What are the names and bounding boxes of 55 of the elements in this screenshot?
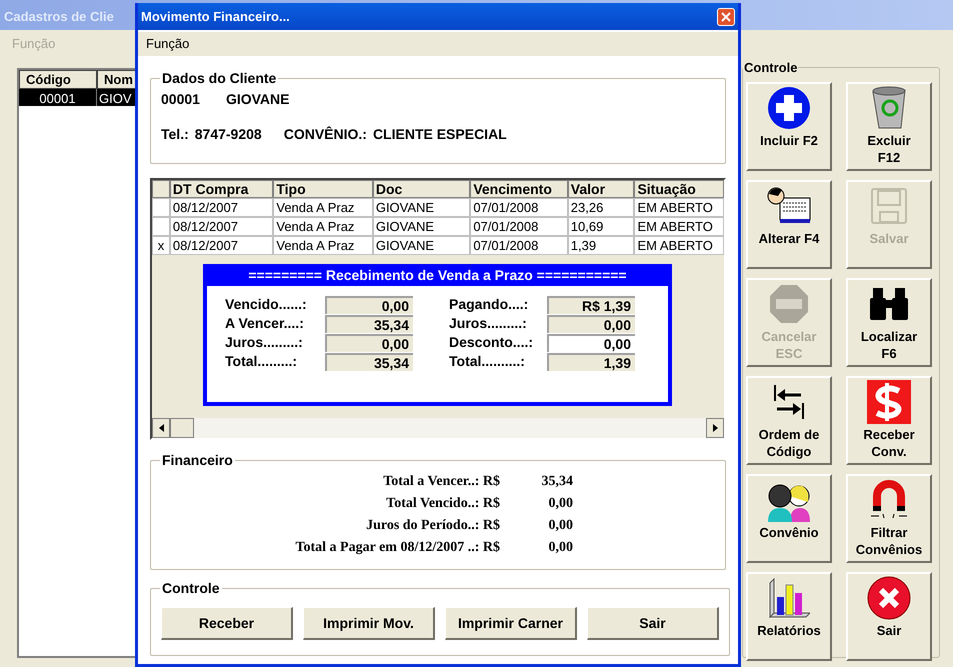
table-cell: GIOVANE [372,198,470,217]
table-cell: EM ABERTO [634,217,724,236]
panel-title: ========= Recebimento de Venda a Prazo =========== [207,264,668,286]
table-cell: 07/01/2008 [470,198,568,217]
table-cell: EM ABERTO [634,236,724,255]
value-field: 35,34 [325,314,413,332]
summary-value: 0,00 [548,517,573,535]
client-name: GIOVANE [226,90,290,109]
field-label: Vencido......: [225,295,308,314]
field-label: Total..........: [449,352,526,371]
field-label: Desconto....: [449,333,534,352]
table-cell: EM ABERTO [634,198,724,217]
summary-value: 0,00 [548,495,573,513]
field-label: Juros.........: [225,333,304,352]
table-cell: 08/12/2007 [170,217,274,236]
table-cell: 1,39 [568,236,634,255]
field-label: Tel.: [161,125,189,144]
value-field: R$ 1,39 [547,296,635,314]
value-field: 0,00 [325,334,413,352]
table-cell: Venda A Praz [273,198,373,217]
table-cell: 08/12/2007 [170,198,274,217]
table-cell: Venda A Praz [273,217,373,236]
window-title: Cadastros de Clie [4,8,114,26]
table-cell: 08/12/2007 [170,236,274,255]
group-title: Financeiro [161,451,234,470]
field-label: Juros.........: [449,314,528,333]
field-label: A Vencer....: [225,314,305,333]
table-cell: 23,26 [568,198,634,217]
table-cell: GIOVANE [372,236,470,255]
group-title: Dados do Cliente [161,69,278,88]
value-field: 35,34 [325,352,413,370]
table-cell: 07/01/2008 [470,236,568,255]
value-field: 0,00 [547,314,635,332]
field-label: Pagando....: [449,295,530,314]
row-marker: x [152,236,170,255]
phone-number: 8747-9208 [194,125,262,144]
group-title: Controle [161,579,221,598]
value-field: 0,00 [325,296,413,314]
field-label: CONVÊNIO.: [284,125,367,144]
value-field: 1,39 [547,352,635,370]
client-code: 00001 [161,90,200,109]
summary-value: 35,34 [540,473,573,491]
summary-label: Total Vencido..: R$ [385,495,500,513]
agreement-name: CLIENTE ESPECIAL [372,125,507,144]
group-title: Controle [743,59,798,77]
field-label: Total.........: [225,352,298,371]
summary-label: Total a Vencer..: R$ [382,473,500,491]
summary-value: 0,00 [548,539,573,557]
table-cell: 10,69 [568,217,634,236]
table-cell: 07/01/2008 [470,217,568,236]
table-cell: Venda A Praz [273,236,373,255]
window-title: Movimento Financeiro... [141,8,290,26]
summary-label: Total a Pagar em 08/12/2007 ..: R$ [294,539,500,557]
summary-label: Juros do Período..: R$ [365,517,500,535]
table-cell: GIOVANE [372,217,470,236]
